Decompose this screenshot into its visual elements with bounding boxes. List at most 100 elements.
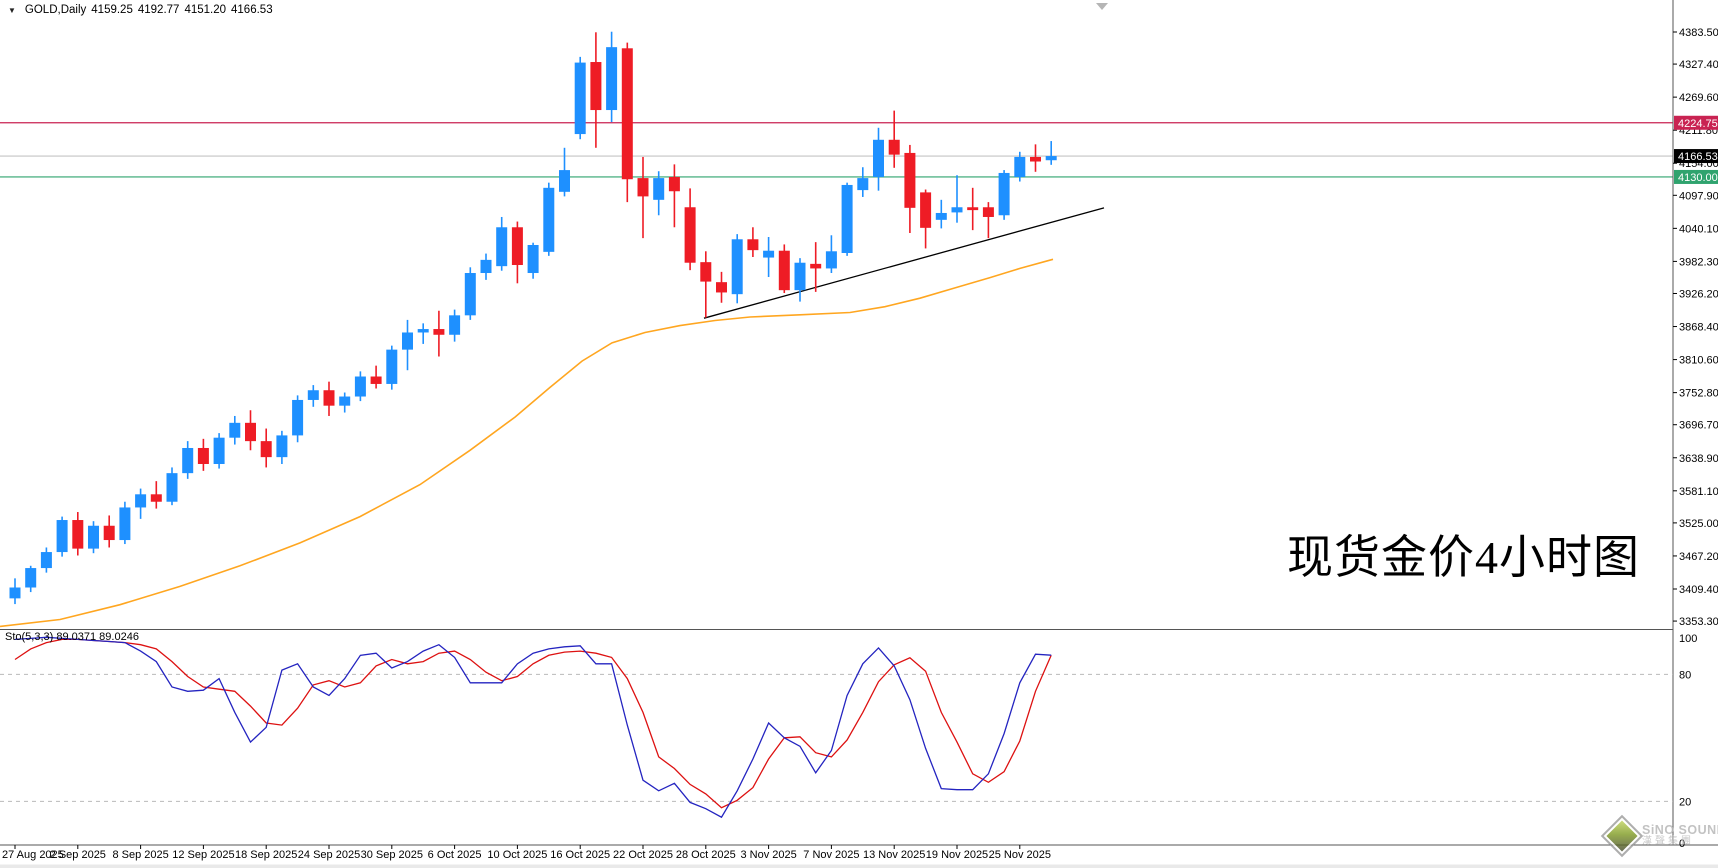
candle-body [10, 588, 21, 599]
candle-body [214, 438, 225, 464]
chart-caption: 现货金价4小时图 [1287, 521, 1647, 587]
date-label: 2 Sep 2025 [50, 849, 106, 861]
date-label: 25 Nov 2025 [989, 849, 1051, 861]
candle-body [967, 207, 978, 210]
candle-body [747, 239, 758, 250]
candle-body [920, 192, 931, 227]
date-label: 19 Nov 2025 [926, 849, 988, 861]
candle-body [1014, 157, 1025, 177]
candle-body [606, 47, 617, 110]
date-label: 16 Oct 2025 [550, 849, 610, 861]
chart-window: 4383.504327.404269.604211.804154.004097.… [0, 0, 1718, 868]
price-badge-label: 4224.75 [1678, 118, 1718, 130]
candle-body [151, 494, 162, 501]
candle-body [25, 568, 36, 587]
stochastic-axis-label: 100 [1679, 633, 1697, 645]
chart-area[interactable]: 4383.504327.404269.604211.804154.004097.… [0, 0, 1718, 868]
candle-body [41, 552, 52, 568]
stochastic-axis-label: 80 [1679, 669, 1691, 681]
candle-body [418, 329, 429, 332]
candle-body [72, 520, 83, 549]
stochastic-axis-label: 20 [1679, 796, 1691, 808]
candle-body [779, 251, 790, 290]
candle-body [182, 448, 193, 473]
chart-header: ▼ GOLD,Daily 4159.25 4192.77 4151.20 416… [8, 4, 273, 16]
candle-body [543, 188, 554, 252]
candle-body [496, 227, 507, 266]
date-label: 3 Nov 2025 [740, 849, 796, 861]
chart-shift-marker[interactable] [1096, 3, 1108, 10]
quote-low: 4151.20 [184, 4, 226, 16]
candle-body [622, 48, 633, 179]
candle-body [88, 526, 99, 549]
price-axis-label: 3353.30 [1679, 616, 1718, 628]
date-label: 7 Nov 2025 [803, 849, 859, 861]
candle-body [433, 329, 444, 335]
candle-body [732, 239, 743, 294]
date-label: 18 Sep 2025 [235, 849, 297, 861]
candle-body [857, 178, 868, 190]
candle-body [355, 377, 366, 397]
logo-diamond-icon [1601, 815, 1643, 857]
candle-body [449, 315, 460, 334]
moving-average-line [0, 259, 1053, 626]
candle-body [575, 63, 586, 134]
candle-body [167, 473, 178, 502]
price-axis-label: 3868.40 [1679, 322, 1718, 334]
date-label: 22 Oct 2025 [613, 849, 673, 861]
candle-body [261, 441, 272, 457]
price-axis-label: 3638.90 [1679, 453, 1718, 465]
date-label: 8 Sep 2025 [112, 849, 168, 861]
price-axis-label: 3525.00 [1679, 518, 1718, 530]
date-label: 13 Nov 2025 [863, 849, 925, 861]
candle-body [276, 435, 287, 457]
price-axis-label: 4327.40 [1679, 59, 1718, 71]
candle-body [371, 377, 382, 384]
candle-body [135, 494, 146, 507]
stochastic-signal-red-line [15, 639, 1051, 807]
price-axis-label: 3810.60 [1679, 355, 1718, 367]
price-axis-label: 3752.80 [1679, 388, 1718, 400]
symbol-period-label: GOLD,Daily [25, 4, 86, 16]
candle-body [653, 178, 664, 200]
candle-body [842, 185, 853, 253]
bottom-strip [0, 865, 1718, 868]
candle-body [763, 251, 774, 258]
candle-body [936, 213, 947, 220]
quote-high: 4192.77 [138, 4, 180, 16]
price-badge-label: 4166.53 [1678, 151, 1718, 163]
candle-body [119, 507, 130, 540]
candle-body [873, 140, 884, 177]
collapse-quote-icon[interactable]: ▼ [8, 6, 16, 15]
candle-body [104, 526, 115, 540]
candle-body [1046, 156, 1057, 160]
date-label: 6 Oct 2025 [428, 849, 482, 861]
price-axis-label: 3982.30 [1679, 256, 1718, 268]
price-axis-label: 3409.40 [1679, 584, 1718, 596]
candle-body [904, 153, 915, 208]
candle-body [512, 227, 523, 265]
price-badge-label: 4130.00 [1678, 172, 1718, 184]
candle-body [324, 390, 335, 405]
price-axis-label: 3926.20 [1679, 288, 1718, 300]
candle-body [308, 390, 319, 400]
candle-body [952, 207, 963, 212]
candle-body [481, 260, 492, 273]
candle-body [700, 262, 711, 281]
candle-body [245, 423, 256, 441]
candle-body [465, 273, 476, 315]
candle-body [983, 207, 994, 217]
price-axis-label: 4097.90 [1679, 190, 1718, 202]
candle-body [57, 520, 68, 552]
candle-body [402, 332, 413, 349]
candle-body [999, 173, 1010, 215]
candle-body [198, 448, 209, 464]
watermark-logo: SiNO SOUND 漢聲集團 [1607, 821, 1715, 851]
candle-body [795, 263, 806, 290]
candle-body [638, 178, 649, 196]
price-axis-label: 3696.70 [1679, 420, 1718, 432]
quote-open: 4159.25 [91, 4, 133, 16]
candle-body [559, 170, 570, 192]
candle-body [1030, 157, 1041, 162]
candle-body [339, 397, 350, 406]
